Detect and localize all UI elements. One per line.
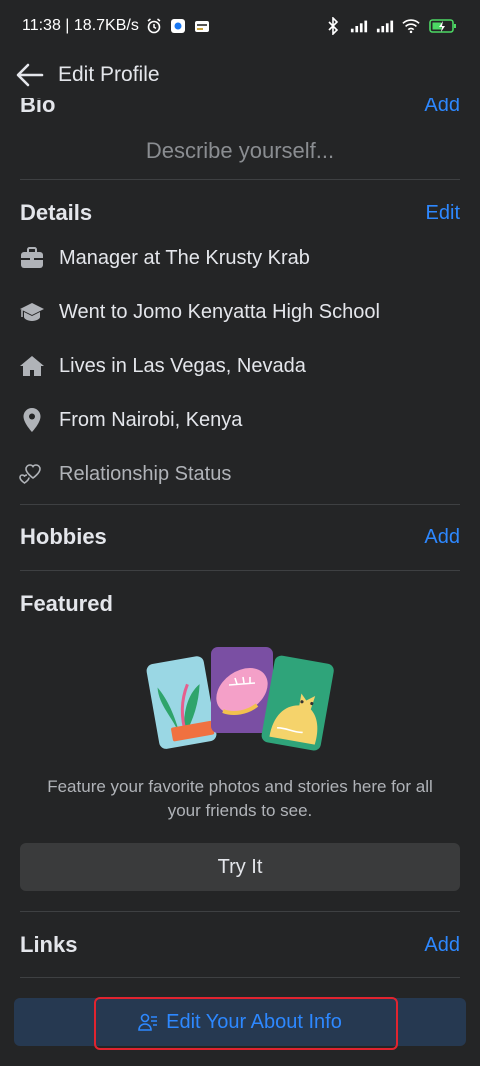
signal-strength-icon <box>350 18 368 34</box>
home-icon <box>18 352 46 380</box>
graduation-cap-icon <box>18 298 46 326</box>
hobbies-section-header: Hobbies Add <box>20 524 460 550</box>
alarm-icon <box>145 18 163 34</box>
divider <box>20 911 460 912</box>
detail-text: Went to Jomo Kenyatta High School <box>59 300 380 323</box>
links-add-button[interactable]: Add <box>424 934 460 957</box>
links-title: Links <box>20 932 78 957</box>
hearts-icon <box>18 460 46 488</box>
detail-text: Manager at The Krusty Krab <box>59 246 310 269</box>
bio-add-button[interactable]: Add <box>424 98 460 117</box>
links-section-header: Links Add <box>20 932 460 958</box>
details-edit-button[interactable]: Edit <box>426 202 460 225</box>
details-title: Details <box>20 200 93 225</box>
details-section-header: Details Edit <box>20 200 460 226</box>
status-right <box>324 17 458 35</box>
status-bar: 11:38 | 18.7KB/s <box>0 0 480 52</box>
header: Edit Profile <box>0 52 480 98</box>
signal-strength-icon-2 <box>376 18 394 34</box>
detail-text: Relationship Status <box>59 462 232 485</box>
profile-content[interactable]: Bio Add Describe yourself... Details Edi… <box>0 98 480 988</box>
detail-text: From Nairobi, Kenya <box>59 408 243 431</box>
page-title: Edit Profile <box>58 63 160 86</box>
media-notification-icon <box>193 18 211 34</box>
location-pin-icon <box>18 406 46 434</box>
battery-charging-icon <box>428 18 458 34</box>
divider <box>20 179 460 180</box>
detail-item-hometown[interactable]: From Nairobi, Kenya <box>18 405 460 435</box>
bio-title: Bio <box>20 98 56 117</box>
detail-item-work[interactable]: Manager at The Krusty Krab <box>18 243 460 273</box>
status-left: 11:38 | 18.7KB/s <box>22 17 211 35</box>
featured-caption: Feature your favorite photos and stories… <box>47 777 433 820</box>
featured-title: Featured <box>20 591 113 616</box>
divider <box>20 504 460 505</box>
status-time: 11:38 | 18.7KB/s <box>22 17 139 34</box>
bluetooth-icon <box>324 17 342 35</box>
bio-placeholder[interactable]: Describe yourself... <box>0 138 480 164</box>
divider <box>20 977 460 978</box>
detail-item-current-city[interactable]: Lives in Las Vegas, Nevada <box>18 351 460 381</box>
divider <box>20 570 460 571</box>
hobbies-title: Hobbies <box>20 524 107 549</box>
highlight-annotation <box>94 997 398 1050</box>
detail-item-education[interactable]: Went to Jomo Kenyatta High School <box>18 297 460 327</box>
featured-illustration <box>145 645 335 755</box>
try-it-button[interactable]: Try It <box>20 843 460 891</box>
briefcase-icon <box>18 244 46 272</box>
back-arrow-icon[interactable] <box>14 59 46 91</box>
app-notification-icon <box>169 18 187 34</box>
bio-section-header: Bio Add <box>20 98 460 118</box>
detail-item-relationship[interactable]: Relationship Status <box>18 459 460 489</box>
wifi-icon <box>402 18 420 34</box>
hobbies-add-button[interactable]: Add <box>424 526 460 549</box>
detail-text: Lives in Las Vegas, Nevada <box>59 354 306 377</box>
featured-section-header: Featured <box>20 591 460 617</box>
